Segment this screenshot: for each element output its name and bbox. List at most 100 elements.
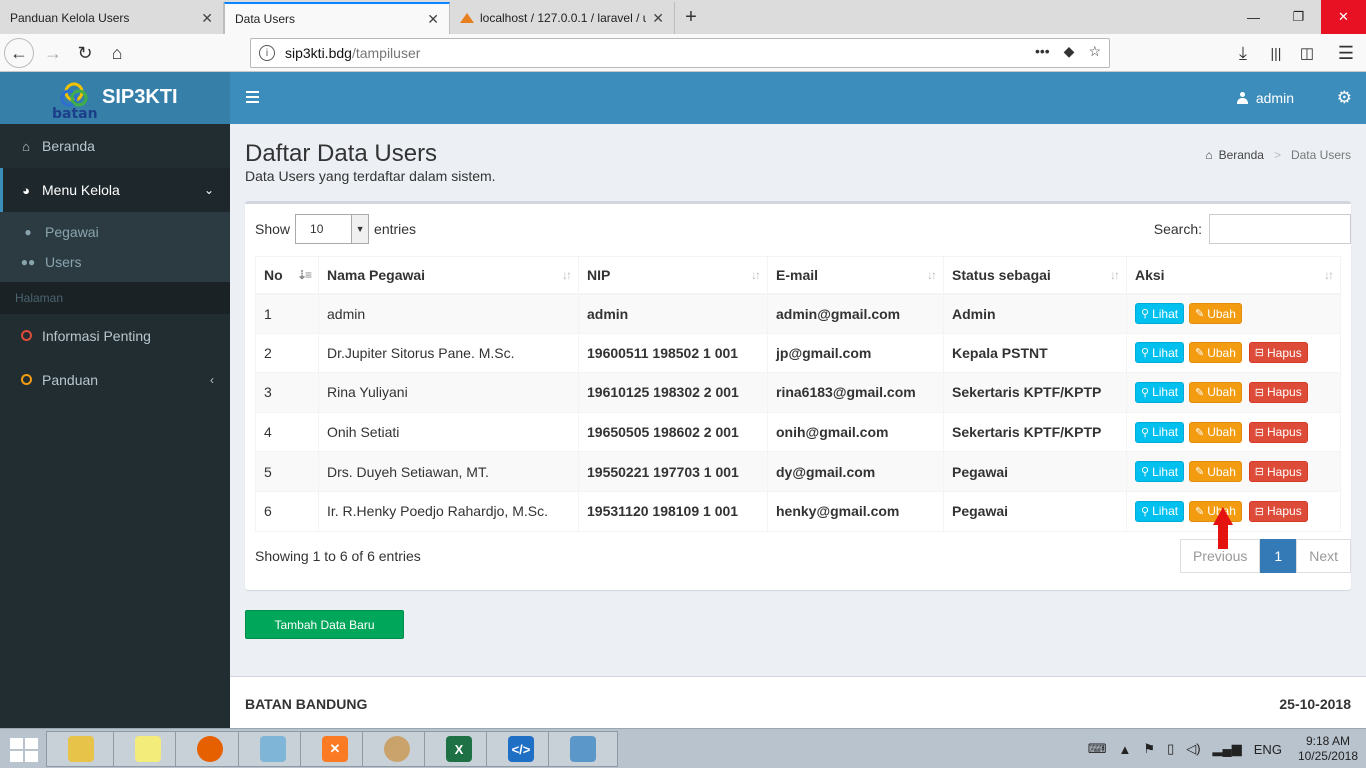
edit-button[interactable]: ✎ Ubah xyxy=(1188,342,1242,364)
sidebar-item-menu-kelola[interactable]: ◕ Menu Kelola ⌄ xyxy=(0,168,230,212)
file-explorer-icon[interactable] xyxy=(46,731,116,767)
delete-button[interactable]: ⊟ Hapus xyxy=(1248,381,1308,403)
new-tab-icon[interactable]: + xyxy=(680,6,702,29)
footer-org: BATAN BANDUNG xyxy=(245,696,368,712)
delete-button-label: Hapus xyxy=(1267,385,1302,400)
column-header-status[interactable]: Status sebagai ↓↑ xyxy=(943,256,1127,295)
vscode-icon[interactable]: </> xyxy=(486,731,556,767)
column-header-email[interactable]: E-mail ↓↑ xyxy=(767,256,944,295)
next-page-button[interactable]: Next xyxy=(1296,539,1351,573)
delete-button[interactable]: ⊟ Hapus xyxy=(1248,342,1308,364)
close-icon[interactable]: ✕ xyxy=(427,11,439,28)
notepad-icon[interactable] xyxy=(238,731,308,767)
edit-button[interactable]: ✎ Ubah xyxy=(1188,303,1242,325)
excel-icon[interactable]: X xyxy=(424,731,494,767)
sidebar-toggle-icon[interactable]: ◫ xyxy=(1292,39,1322,67)
restore-icon[interactable]: ❐ xyxy=(1276,0,1321,34)
breadcrumb-home[interactable]: Beranda xyxy=(1219,148,1264,162)
search-icon: ⚲ xyxy=(1141,466,1150,479)
delete-button[interactable]: ⊟ Hapus xyxy=(1248,461,1308,483)
chevron-up-icon[interactable]: ▲ xyxy=(1119,742,1132,757)
pocket-icon[interactable]: ◆ xyxy=(1064,43,1075,60)
page-button-current[interactable]: 1 xyxy=(1260,539,1297,573)
cell-nama: Ir. R.Henky Poedjo Rahardjo, M.Sc. xyxy=(318,490,579,532)
cell-nip: 19600511 198502 1 001 xyxy=(578,332,768,374)
delete-button[interactable]: ⊟ Hapus xyxy=(1248,421,1308,443)
edit-button[interactable]: ✎ Ubah xyxy=(1188,421,1242,443)
column-header-nip[interactable]: NIP ↓↑ xyxy=(578,256,768,295)
more-actions-icon[interactable]: ••• xyxy=(1035,43,1050,60)
window-close-icon[interactable]: ✕ xyxy=(1321,0,1366,34)
view-button[interactable]: ⚲ Lihat xyxy=(1135,421,1185,443)
add-new-data-button[interactable]: Tambah Data Baru xyxy=(245,610,404,639)
view-button[interactable]: ⚲ Lihat xyxy=(1135,500,1185,522)
home-icon[interactable]: ⌂ xyxy=(102,39,132,67)
flag-icon[interactable]: ⚑ xyxy=(1143,741,1155,757)
volume-icon[interactable]: ◁) xyxy=(1186,741,1200,757)
browser-tab[interactable]: Panduan Kelola Users ✕ xyxy=(0,2,224,34)
edit-button[interactable]: ✎ Ubah xyxy=(1188,461,1242,483)
sidebar-item-beranda[interactable]: ⌂ Beranda xyxy=(0,124,230,168)
edit-button[interactable]: ✎ Ubah xyxy=(1188,381,1242,403)
user-menu[interactable]: admin xyxy=(1236,90,1294,106)
minimize-icon[interactable]: — xyxy=(1231,0,1276,34)
browser-tab-active[interactable]: Data Users ✕ xyxy=(224,2,450,34)
column-header-label: NIP xyxy=(587,266,611,283)
minus-square-icon: ⊟ xyxy=(1254,426,1264,439)
menu-icon[interactable]: ☰ xyxy=(1331,39,1361,67)
bookmark-star-icon[interactable]: ☆ xyxy=(1088,43,1101,60)
cell-actions: ⚲ Lihat ✎ Ubah ⊟ Hapus xyxy=(1126,332,1341,374)
breadcrumb: ⌂ Beranda > Data Users xyxy=(1205,148,1351,162)
keyboard-icon[interactable]: ⌨ xyxy=(1088,741,1107,757)
info-icon[interactable]: i xyxy=(259,45,275,61)
library-icon[interactable]: ||| xyxy=(1261,39,1291,67)
tab-title: Data Users xyxy=(235,12,296,26)
network-icon[interactable]: ▂▄▆ xyxy=(1213,741,1242,757)
view-button-label: Lihat xyxy=(1152,345,1179,360)
view-button[interactable]: ⚲ Lihat xyxy=(1135,342,1185,364)
address-bar[interactable]: i sip3kti.bdg/tampiluser ••• ◆ ☆ xyxy=(250,38,1110,68)
sidebar-item-panduan[interactable]: Panduan ‹ xyxy=(0,358,230,402)
search-icon: ⚲ xyxy=(1141,347,1150,360)
close-icon[interactable]: ✕ xyxy=(652,10,664,27)
forward-icon[interactable]: → xyxy=(38,39,68,67)
sidebar-item-users[interactable]: ●● Users xyxy=(0,247,230,277)
clock[interactable]: 9:18 AM 10/25/2018 xyxy=(1298,734,1358,764)
sidebar-item-pegawai[interactable]: ● Pegawai xyxy=(0,217,230,247)
table-header-row: No ⇣≡ Nama Pegawai ↓↑ NIP ↓↑ E-mail ↓↑ Statu… xyxy=(255,256,1341,295)
sort-icon: ↓↑ xyxy=(927,268,937,282)
xampp-icon[interactable]: ✕ xyxy=(300,731,370,767)
back-icon[interactable]: ← xyxy=(4,38,34,68)
battery-icon[interactable]: ▯ xyxy=(1167,741,1174,757)
delete-button[interactable]: ⊟ Hapus xyxy=(1248,500,1308,522)
column-header-aksi[interactable]: Aksi ↓↑ xyxy=(1126,256,1341,295)
paint-icon[interactable] xyxy=(362,731,432,767)
sidebar-item-label: Beranda xyxy=(42,138,95,154)
language-indicator[interactable]: ENG xyxy=(1254,742,1282,757)
photos-icon[interactable] xyxy=(548,731,618,767)
cogs-icon[interactable]: ⚙ xyxy=(1337,88,1352,108)
column-header-label: No xyxy=(264,266,283,283)
cell-status: Kepala PSTNT xyxy=(943,332,1127,374)
search-icon: ⚲ xyxy=(1141,308,1150,321)
entries-select[interactable]: 10 ▼ xyxy=(295,214,370,244)
search-input[interactable] xyxy=(1209,214,1351,244)
view-button[interactable]: ⚲ Lihat xyxy=(1135,461,1185,483)
browser-tab[interactable]: localhost / 127.0.0.1 / laravel / u ✕ xyxy=(450,2,675,34)
user-icon xyxy=(1236,92,1248,104)
sidebar-item-informasi-penting[interactable]: Informasi Penting xyxy=(0,314,230,358)
sidebar-toggle-icon[interactable] xyxy=(246,91,259,103)
cell-status: Admin xyxy=(943,293,1127,334)
reload-icon[interactable]: ↻ xyxy=(70,39,100,67)
view-button[interactable]: ⚲ Lihat xyxy=(1135,303,1185,325)
view-button[interactable]: ⚲ Lihat xyxy=(1135,381,1185,403)
column-header-nama[interactable]: Nama Pegawai ↓↑ xyxy=(318,256,579,295)
windows-start-icon[interactable] xyxy=(10,738,38,762)
close-icon[interactable]: ✕ xyxy=(201,10,213,27)
firefox-icon[interactable] xyxy=(175,731,245,767)
sticky-notes-icon[interactable] xyxy=(113,731,183,767)
app-logo[interactable]: batan SIP3KTI xyxy=(0,72,230,124)
download-icon[interactable]: ⤓ xyxy=(1228,39,1258,67)
column-header-no[interactable]: No ⇣≡ xyxy=(255,256,319,295)
sort-asc-icon: ⇣≡ xyxy=(296,268,312,282)
